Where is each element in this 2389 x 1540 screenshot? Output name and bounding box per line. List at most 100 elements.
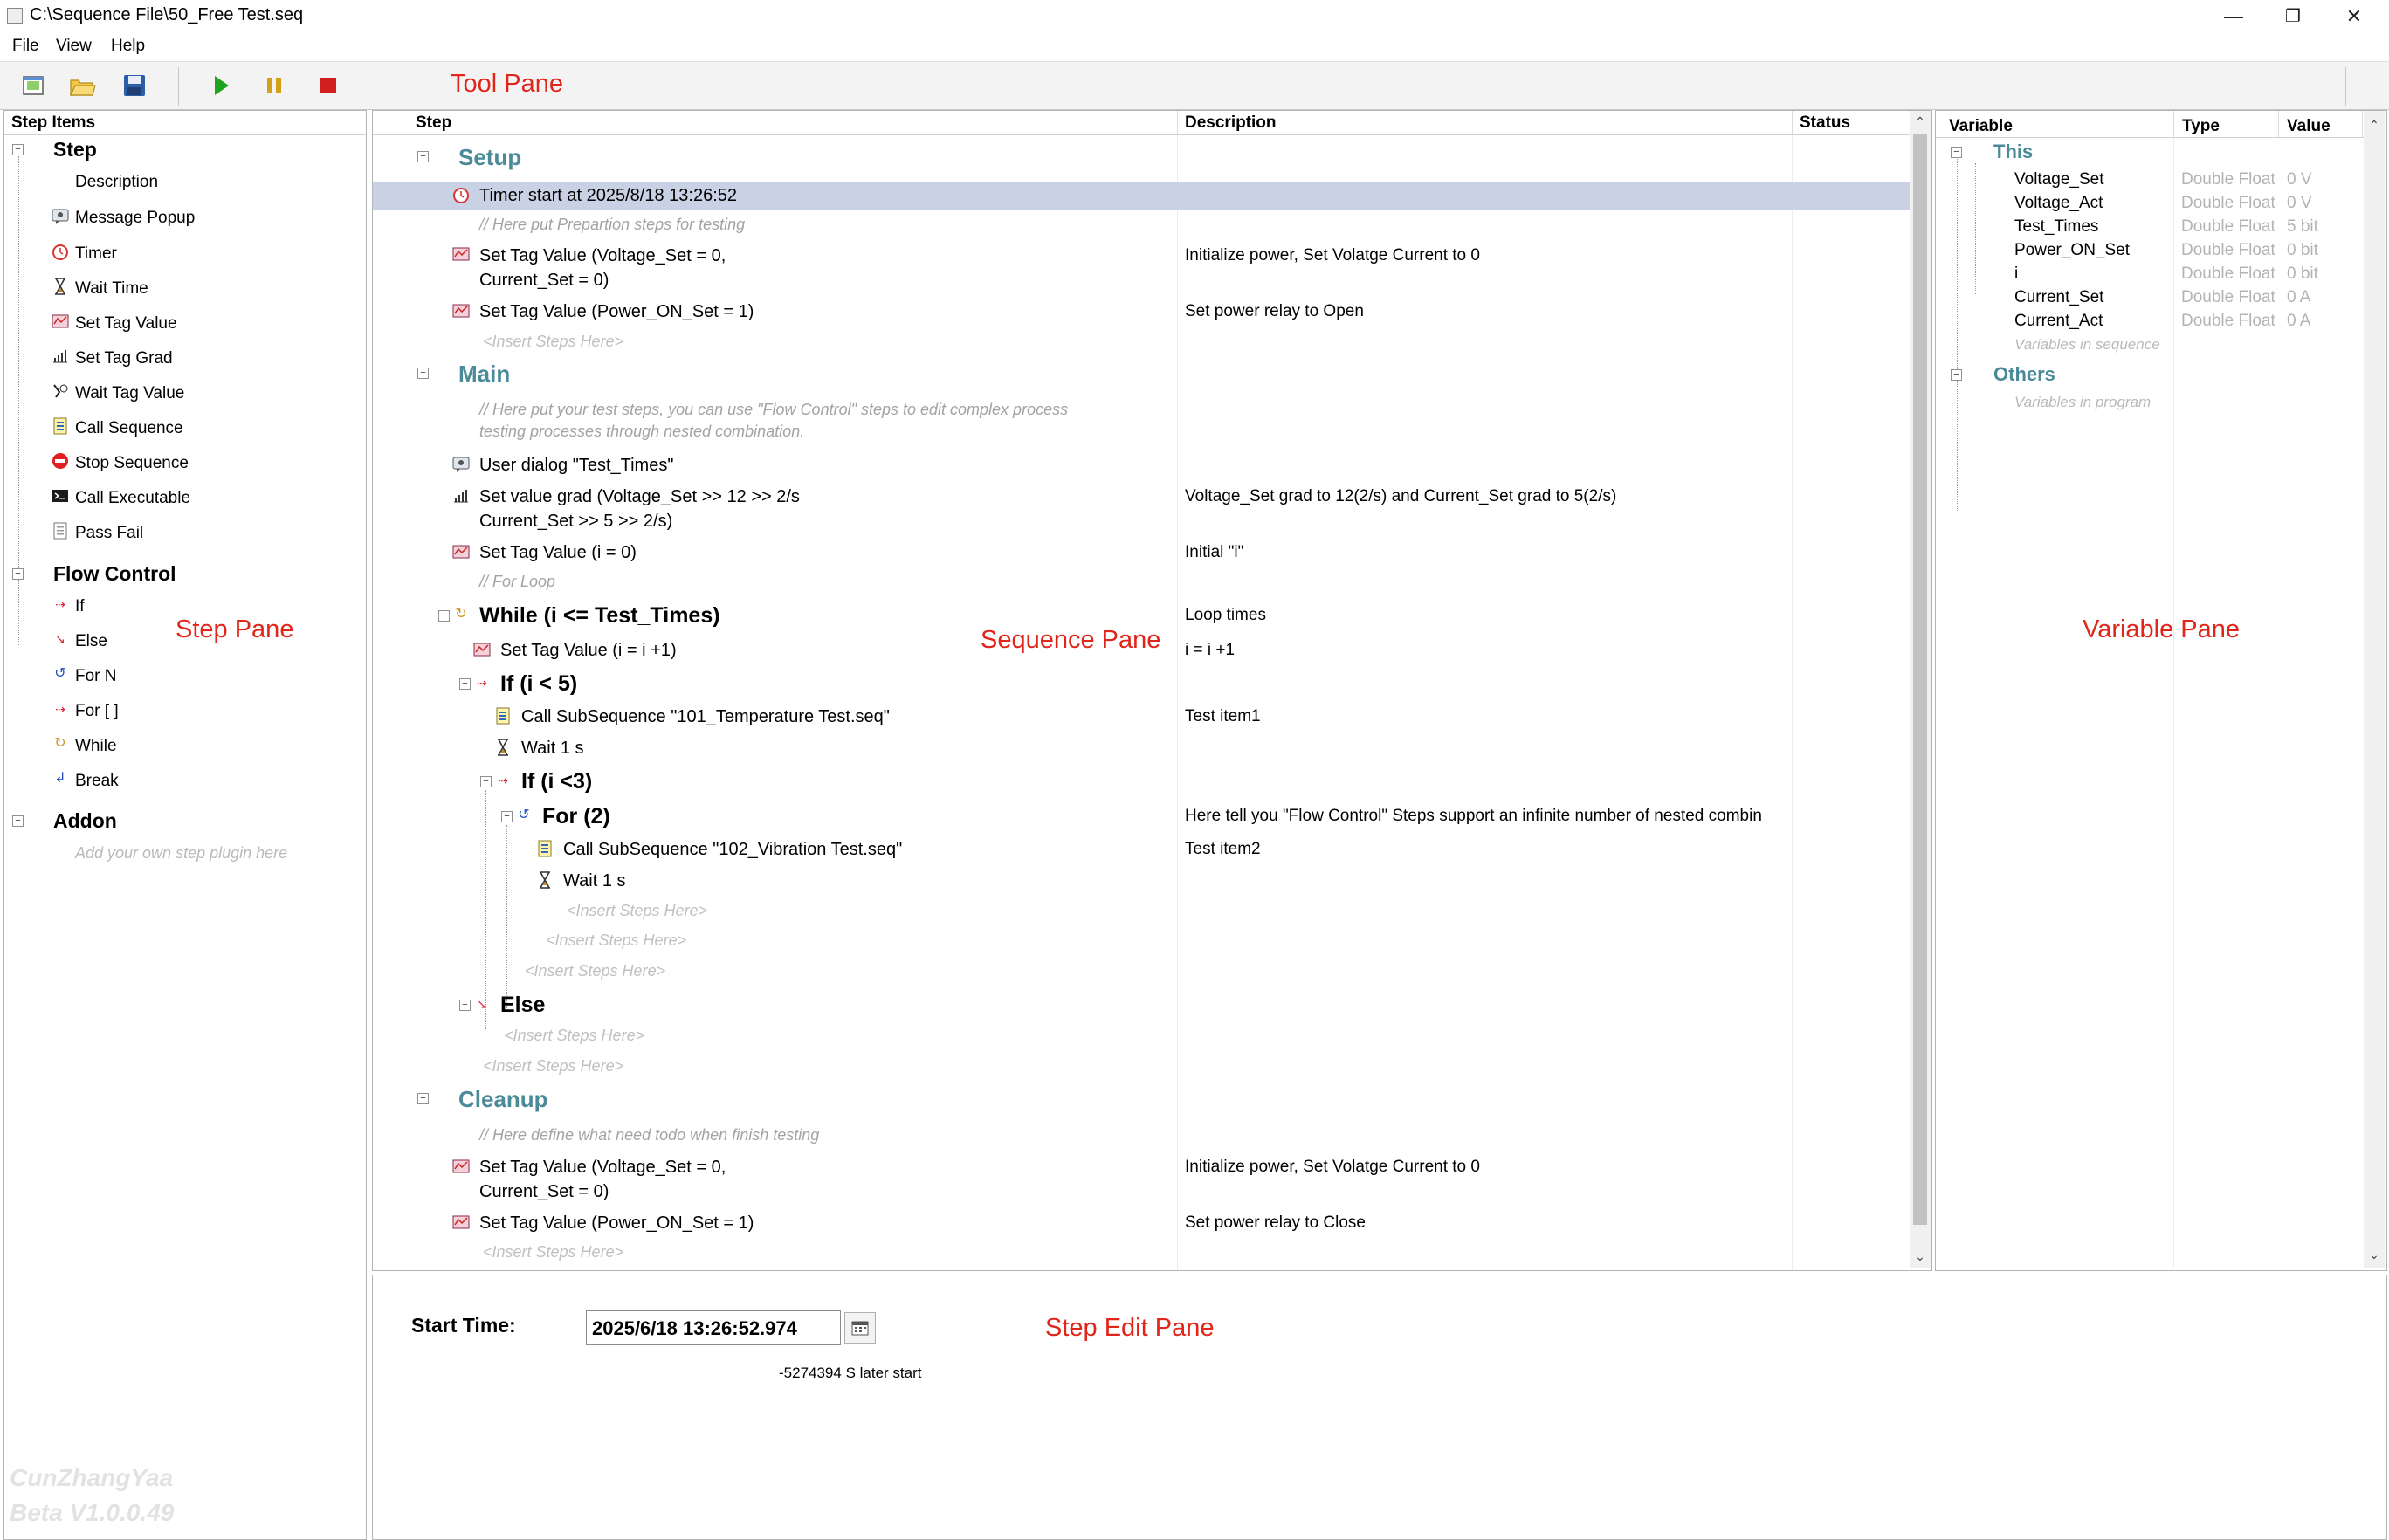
- step-item-pass-fail[interactable]: Pass Fail: [75, 524, 143, 543]
- collapse-toggle[interactable]: −: [12, 815, 24, 827]
- insert-steps-placeholder[interactable]: <Insert Steps Here>: [525, 962, 665, 980]
- variable-name[interactable]: Current_Set: [2014, 288, 2103, 307]
- column-type[interactable]: Type: [2182, 117, 2220, 136]
- menu-help[interactable]: Help: [111, 37, 145, 56]
- section-cleanup[interactable]: Cleanup: [458, 1086, 548, 1113]
- scroll-up-icon[interactable]: ⌃: [2364, 114, 2385, 135]
- step-item-wait-tag-value[interactable]: Wait Tag Value: [75, 384, 184, 403]
- group-flow-control[interactable]: Flow Control: [53, 562, 176, 586]
- step-user-dialog[interactable]: User dialog "Test_Times": [479, 456, 673, 476]
- step-set-value-grad[interactable]: Set value grad (Voltage_Set >> 12 >> 2/s: [479, 487, 800, 507]
- variable-name[interactable]: i: [2014, 265, 2018, 284]
- variable-name[interactable]: Test_Times: [2014, 217, 2098, 237]
- variables-this[interactable]: This: [1993, 141, 2033, 163]
- comment[interactable]: // For Loop: [479, 573, 555, 591]
- column-description[interactable]: Description: [1185, 113, 1277, 133]
- variable-name[interactable]: Current_Act: [2014, 312, 2103, 331]
- save-icon[interactable]: [120, 71, 149, 100]
- step-item-timer[interactable]: Timer: [75, 244, 117, 264]
- comment[interactable]: // Here define what need todo when finis…: [479, 1126, 819, 1145]
- menu-file[interactable]: File: [12, 37, 39, 56]
- scroll-down-icon[interactable]: ⌄: [1910, 1246, 1931, 1267]
- vertical-scrollbar[interactable]: ⌃ ⌄: [1910, 111, 1931, 1268]
- step-item-for-n[interactable]: For N: [75, 667, 117, 686]
- column-value[interactable]: Value: [2287, 117, 2330, 136]
- collapse-toggle[interactable]: −: [1951, 369, 1962, 381]
- variable-name[interactable]: Voltage_Set: [2014, 170, 2103, 189]
- variables-others[interactable]: Others: [1993, 363, 2055, 386]
- variable-name[interactable]: Voltage_Act: [2014, 194, 2103, 213]
- step-item-set-tag-grad[interactable]: Set Tag Grad: [75, 349, 173, 368]
- step-set-tag-value[interactable]: Set Tag Value (Power_ON_Set = 1): [479, 1213, 754, 1234]
- column-variable[interactable]: Variable: [1949, 117, 2013, 136]
- start-time-input[interactable]: 2025/6/18 13:26:52.974: [586, 1310, 841, 1345]
- collapse-toggle[interactable]: −: [480, 776, 492, 787]
- insert-steps-placeholder[interactable]: <Insert Steps Here>: [504, 1027, 644, 1045]
- step-item-if[interactable]: If: [75, 597, 85, 616]
- step-while[interactable]: While (i <= Test_Times): [479, 603, 720, 629]
- pause-icon[interactable]: [259, 71, 289, 100]
- scroll-down-icon[interactable]: ⌄: [2364, 1244, 2385, 1265]
- comment[interactable]: // Here put Prepartion steps for testing: [479, 216, 745, 234]
- collapse-toggle[interactable]: −: [417, 151, 429, 162]
- step-set-tag-value[interactable]: Set Tag Value (Power_ON_Set = 1): [479, 302, 754, 322]
- close-button[interactable]: ✕: [2326, 0, 2382, 33]
- step-set-tag-value[interactable]: Set Tag Value (i = i +1): [500, 641, 677, 661]
- step-item-while[interactable]: While: [75, 737, 117, 756]
- step-item-call-executable[interactable]: Call Executable: [75, 489, 190, 508]
- step-for[interactable]: For (2): [542, 804, 610, 829]
- variable-name[interactable]: Power_ON_Set: [2014, 241, 2130, 260]
- collapse-toggle[interactable]: −: [417, 368, 429, 379]
- collapse-toggle[interactable]: −: [459, 678, 471, 690]
- group-step[interactable]: Step: [53, 138, 97, 162]
- step-if[interactable]: If (i < 5): [500, 671, 577, 697]
- collapse-toggle[interactable]: −: [1951, 147, 1962, 158]
- collapse-toggle[interactable]: −: [417, 1093, 429, 1104]
- step-item-wait-time[interactable]: Wait Time: [75, 279, 148, 299]
- insert-steps-placeholder[interactable]: <Insert Steps Here>: [483, 1243, 623, 1262]
- step-item-for-array[interactable]: For [ ]: [75, 702, 119, 721]
- step-set-tag-value[interactable]: Set Tag Value (i = 0): [479, 543, 637, 563]
- step-set-tag-value[interactable]: Set Tag Value (Voltage_Set = 0,: [479, 1158, 726, 1178]
- step-wait[interactable]: Wait 1 s: [521, 739, 584, 759]
- step-item-call-sequence[interactable]: Call Sequence: [75, 419, 183, 438]
- scroll-up-icon[interactable]: ⌃: [1910, 111, 1931, 132]
- insert-steps-placeholder[interactable]: <Insert Steps Here>: [567, 902, 707, 920]
- section-main[interactable]: Main: [458, 361, 510, 388]
- collapse-toggle[interactable]: −: [12, 568, 24, 580]
- step-call-subsequence[interactable]: Call SubSequence "101_Temperature Test.s…: [521, 707, 890, 727]
- column-status[interactable]: Status: [1800, 113, 1850, 133]
- collapse-toggle[interactable]: −: [438, 610, 450, 622]
- step-else[interactable]: Else: [500, 993, 545, 1018]
- minimize-button[interactable]: —: [2206, 0, 2262, 33]
- vertical-scrollbar[interactable]: ⌃ ⌄: [2364, 111, 2385, 1268]
- column-step[interactable]: Step: [416, 113, 451, 133]
- step-item-description[interactable]: Description: [75, 173, 158, 192]
- insert-steps-placeholder[interactable]: <Insert Steps Here>: [546, 932, 686, 950]
- stop-icon[interactable]: [313, 71, 343, 100]
- step-timer[interactable]: Timer start at 2025/8/18 13:26:52: [479, 186, 737, 206]
- step-call-subsequence[interactable]: Call SubSequence "102_Vibration Test.seq…: [563, 840, 902, 860]
- step-set-tag-value[interactable]: Set Tag Value (Voltage_Set = 0,: [479, 246, 726, 266]
- step-item-stop-sequence[interactable]: Stop Sequence: [75, 454, 189, 473]
- step-item-else[interactable]: Else: [75, 632, 107, 651]
- step-wait[interactable]: Wait 1 s: [563, 871, 626, 891]
- run-icon[interactable]: [206, 71, 236, 100]
- collapse-toggle[interactable]: −: [501, 811, 513, 822]
- group-addon[interactable]: Addon: [53, 809, 117, 833]
- scrollbar-thumb[interactable]: [1913, 134, 1927, 1225]
- open-icon[interactable]: [67, 71, 97, 100]
- step-item-message-popup[interactable]: Message Popup: [75, 209, 195, 228]
- expand-toggle[interactable]: +: [459, 1000, 471, 1011]
- insert-steps-placeholder[interactable]: <Insert Steps Here>: [483, 333, 623, 351]
- calendar-icon[interactable]: [844, 1312, 876, 1344]
- step-item-break[interactable]: Break: [75, 772, 119, 791]
- step-if[interactable]: If (i <3): [521, 769, 592, 794]
- collapse-toggle[interactable]: −: [12, 144, 24, 155]
- new-icon[interactable]: [18, 71, 48, 100]
- step-item-set-tag-value[interactable]: Set Tag Value: [75, 314, 177, 333]
- menu-view[interactable]: View: [56, 37, 92, 56]
- restore-button[interactable]: ❐: [2265, 0, 2321, 33]
- insert-steps-placeholder[interactable]: <Insert Steps Here>: [483, 1057, 623, 1076]
- section-setup[interactable]: Setup: [458, 144, 521, 171]
